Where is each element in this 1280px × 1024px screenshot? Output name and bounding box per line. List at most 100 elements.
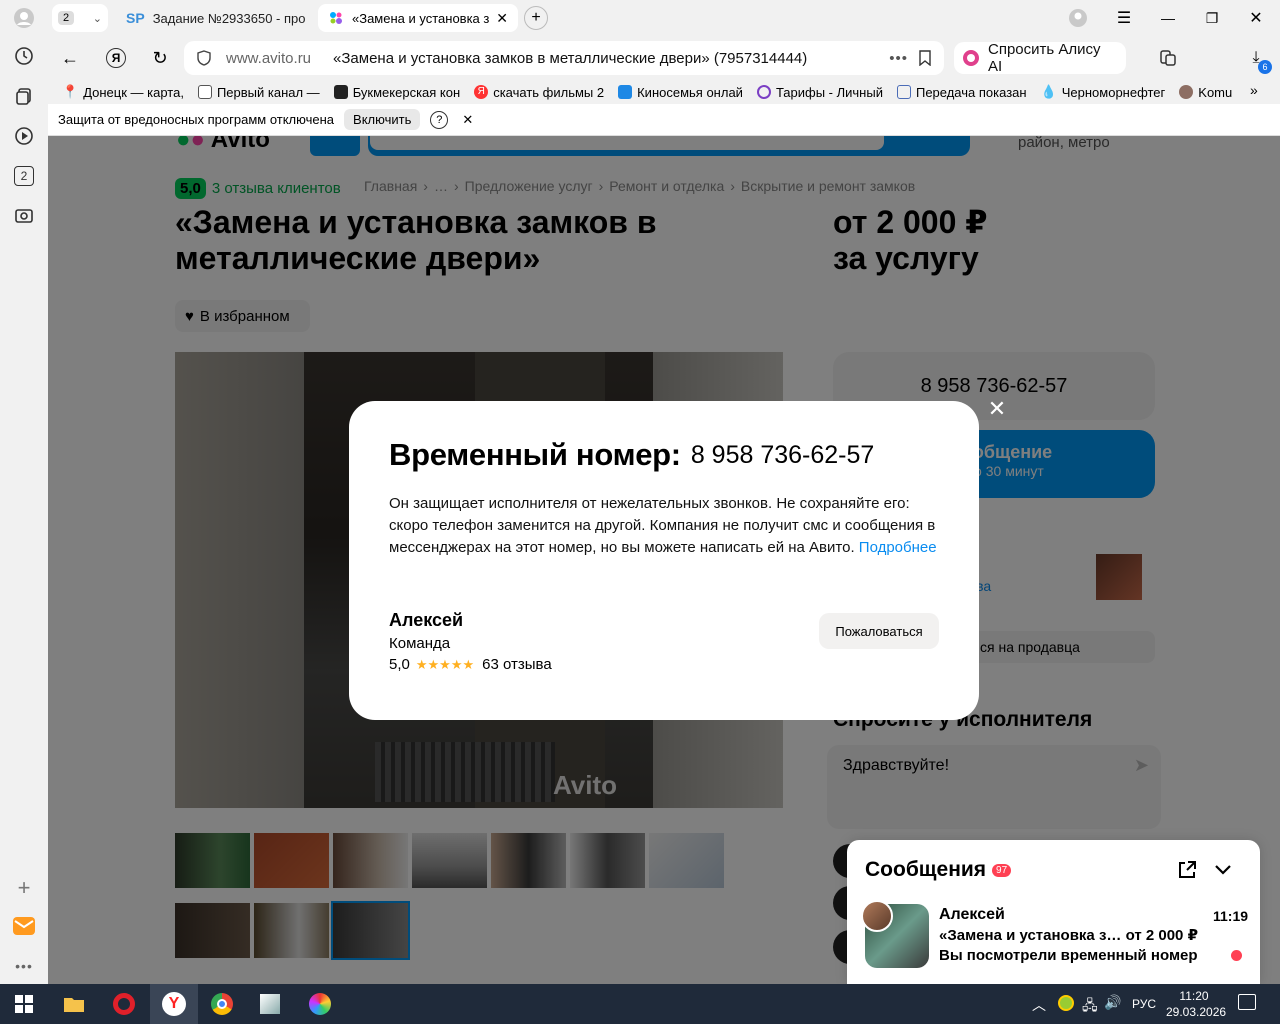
- bookmark-item[interactable]: Komu: [1179, 85, 1246, 100]
- complain-button[interactable]: Пожаловаться: [819, 613, 939, 649]
- alice-icon: [962, 49, 980, 67]
- sp-favicon-icon: SP: [126, 10, 145, 26]
- restore-icon[interactable]: ❐: [1200, 6, 1224, 30]
- close-window-icon[interactable]: ✕: [1244, 6, 1268, 30]
- downloads-badge: 6: [1258, 60, 1272, 74]
- seller-type: Команда: [389, 635, 451, 652]
- yandex-browser-icon[interactable]: Y: [150, 984, 198, 1024]
- minimize-icon[interactable]: —: [1156, 6, 1180, 30]
- close-warning-icon[interactable]: ✕: [462, 112, 473, 128]
- windows-start-icon[interactable]: [0, 984, 48, 1024]
- alice-button[interactable]: Спросить Алису AI: [954, 41, 1126, 75]
- more-bookmarks-icon[interactable]: »: [1250, 82, 1258, 98]
- address-bar[interactable]: www.avito.ru «Замена и установка замков …: [184, 41, 944, 75]
- chat-item[interactable]: Алексей 11:19 «Замена и установка з… от …: [861, 900, 1249, 970]
- alice-label: Спросить Алису AI: [988, 41, 1101, 75]
- collapse-icon[interactable]: [1211, 858, 1235, 882]
- chat-name: Алексей: [939, 906, 1005, 923]
- add-panel-icon[interactable]: +: [12, 875, 36, 900]
- messenger-header[interactable]: Сообщения 97: [865, 858, 1012, 882]
- avito-favicon-icon: [328, 10, 344, 26]
- tab-bar: 2 ⌄ SP Задание №2933650 - про «Замена и …: [48, 0, 1280, 36]
- yandex-icon[interactable]: Я: [104, 46, 128, 70]
- opera-icon[interactable]: [100, 984, 148, 1024]
- chat-preview: Вы посмотрели временный номер: [939, 947, 1198, 964]
- notifications-icon[interactable]: [1238, 994, 1256, 1010]
- bookmark-item[interactable]: Передача показан: [896, 85, 1041, 100]
- extensions-icon[interactable]: [1156, 46, 1180, 70]
- browser-sidebar: 2 + •••: [0, 0, 48, 984]
- bookmark-item[interactable]: Яскачать фильмы 2: [474, 85, 618, 100]
- chat-avatar: [861, 900, 893, 932]
- language-indicator[interactable]: РУС: [1132, 997, 1156, 1011]
- collections-icon[interactable]: [12, 84, 36, 108]
- unread-dot: [1231, 950, 1242, 961]
- tab-label: «Замена и установка з: [352, 10, 490, 26]
- bookmark-item[interactable]: Первый канал —: [197, 85, 334, 100]
- tv-icon: [197, 85, 212, 99]
- address-row: ← Я ↻ www.avito.ru «Замена и установка з…: [48, 36, 1280, 80]
- remote-app-icon[interactable]: [246, 984, 294, 1024]
- tab-count-icon[interactable]: 2: [12, 164, 36, 188]
- malware-warning-bar: Защита от вредоносных программ отключена…: [48, 104, 1280, 136]
- enable-protection-button[interactable]: Включить: [344, 109, 421, 130]
- back-icon[interactable]: ←: [58, 46, 82, 70]
- seller-name[interactable]: Алексей: [389, 610, 463, 631]
- close-modal-icon[interactable]: ✕: [985, 396, 1009, 421]
- modal-phone: 8 958 736-62-57: [690, 440, 875, 469]
- globe-icon: [1179, 85, 1194, 99]
- bookmark-item[interactable]: Киносемья онлай: [618, 85, 757, 100]
- account-icon[interactable]: [1066, 6, 1090, 30]
- tray-app-icon[interactable]: [1058, 995, 1074, 1011]
- windows-taskbar: Y ︿ 🖧 🔊 РУС 11:20 29.03.2026: [0, 984, 1280, 1024]
- map-pin-icon: 📍: [62, 84, 79, 99]
- file-explorer-icon[interactable]: [50, 984, 98, 1024]
- more-icon[interactable]: •••: [12, 954, 36, 978]
- bookmaker-icon: [333, 85, 348, 99]
- reload-icon[interactable]: ↻: [148, 46, 172, 70]
- messenger-widget: Сообщения 97 Алексей 11:19 «Замена и уст…: [847, 840, 1260, 984]
- monitor-icon: [618, 85, 633, 99]
- bookmark-item[interactable]: 📍 Донецк — карта,: [62, 84, 198, 100]
- chart-circle-icon: [756, 85, 771, 99]
- profile-icon[interactable]: [12, 6, 36, 30]
- mail-icon[interactable]: [12, 914, 36, 938]
- seller-rating: 5,0 ★★★★★ 63 отзыва: [389, 656, 552, 673]
- bookmark-item[interactable]: Тарифы - Личный: [756, 85, 897, 100]
- volume-icon[interactable]: 🔊: [1104, 994, 1121, 1011]
- tab-task[interactable]: SP Задание №2933650 - про: [116, 4, 310, 32]
- close-tab-icon[interactable]: ✕: [496, 10, 508, 27]
- screenshot-icon[interactable]: [12, 204, 36, 228]
- menu-icon[interactable]: ☰: [1112, 6, 1136, 30]
- tab-avito[interactable]: «Замена и установка з ✕: [318, 4, 518, 32]
- new-tab-button[interactable]: +: [524, 6, 548, 30]
- open-external-icon[interactable]: [1175, 858, 1199, 882]
- chat-time: 11:19: [1213, 908, 1249, 924]
- video-icon[interactable]: [12, 124, 36, 148]
- address-title: «Замена и установка замков в металлическ…: [333, 49, 808, 67]
- tab-group-button[interactable]: 2 ⌄: [52, 4, 108, 32]
- history-icon[interactable]: [12, 44, 36, 68]
- warning-text: Защита от вредоносных программ отключена: [58, 112, 335, 127]
- bookmark-item[interactable]: 💧 Черноморнефтег: [1041, 84, 1180, 100]
- shield-icon: [196, 50, 212, 66]
- more-info-link[interactable]: Подробнее: [859, 539, 937, 556]
- chrome-icon[interactable]: [198, 984, 246, 1024]
- more-actions-icon[interactable]: •••: [889, 50, 908, 67]
- color-app-icon[interactable]: [296, 984, 344, 1024]
- network-icon[interactable]: 🖧: [1082, 995, 1098, 1019]
- help-icon[interactable]: ?: [430, 110, 449, 129]
- clock[interactable]: 11:20 29.03.2026: [1166, 988, 1226, 1020]
- downloads-icon[interactable]: ⤓ 6: [1244, 46, 1272, 74]
- tray-expand-icon[interactable]: ︿: [1032, 995, 1046, 1015]
- sidebar-badge: 2: [14, 166, 34, 186]
- seller-reviews[interactable]: 63 отзыва: [482, 656, 552, 673]
- messenger-badge: 97: [992, 863, 1012, 877]
- stars-icon: ★★★★★: [415, 656, 475, 672]
- temp-number-modal: Временный номер: 8 958 736-62-57 Он защи…: [349, 401, 979, 720]
- bookmark-icon[interactable]: [918, 50, 932, 66]
- address-domain: www.avito.ru: [226, 49, 312, 67]
- bookmarks-bar: 📍 Донецк — карта, Первый канал — Букмекер…: [48, 80, 1280, 104]
- tab-label: Задание №2933650 - про: [152, 10, 306, 26]
- bookmark-item[interactable]: Букмекерская кон: [333, 85, 475, 100]
